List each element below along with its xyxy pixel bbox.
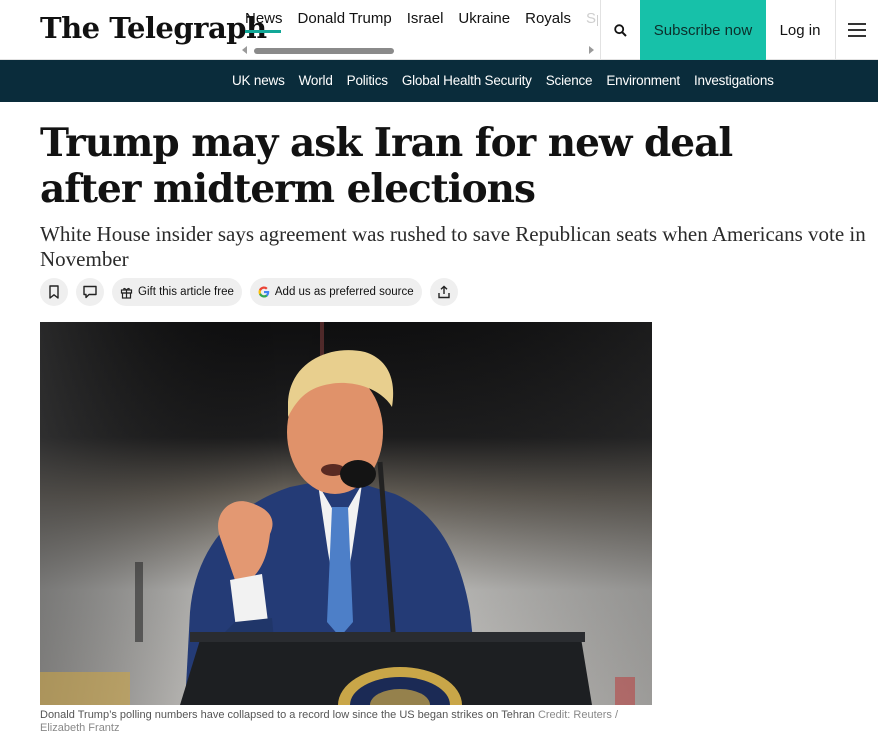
telegraph-logo[interactable]: The Telegraph (40, 14, 267, 43)
section-investigations[interactable]: Investigations (694, 72, 774, 89)
nav-scrollbar[interactable] (238, 44, 598, 58)
nav-ukraine[interactable]: Ukraine (458, 10, 510, 28)
section-science[interactable]: Science (546, 72, 593, 89)
section-nav: UK news World Politics Global Health Sec… (0, 60, 878, 102)
nav-royals[interactable]: Royals (525, 10, 571, 28)
hamburger-menu-icon[interactable] (835, 0, 878, 60)
bookmark-button[interactable] (40, 278, 68, 306)
section-uk-news[interactable]: UK news (232, 72, 285, 89)
subscribe-button[interactable]: Subscribe now (640, 0, 766, 60)
scroll-left-arrow-icon[interactable] (242, 46, 247, 54)
caption-text: Donald Trump’s polling numbers have coll… (40, 709, 535, 721)
nav-donald-trump[interactable]: Donald Trump (298, 10, 392, 28)
article-headline: Trump may ask Iran for new deal after mi… (40, 120, 733, 212)
preferred-source-button[interactable]: Add us as preferred source (249, 278, 422, 306)
section-world[interactable]: World (299, 72, 333, 89)
scroll-right-arrow-icon[interactable] (589, 46, 594, 54)
search-icon (614, 23, 627, 37)
google-icon (258, 286, 270, 298)
bookmark-icon (49, 285, 59, 299)
gift-article-button[interactable]: Gift this article free (112, 278, 242, 306)
preferred-source-label: Add us as preferred source (274, 286, 414, 298)
login-button[interactable]: Log in (766, 0, 834, 60)
article-standfirst: White House insider says agreement was r… (40, 222, 866, 271)
comment-icon (83, 285, 97, 299)
section-global-health-security[interactable]: Global Health Security (402, 72, 532, 89)
gift-article-label: Gift this article free (138, 286, 234, 298)
top-nav: News Donald Trump Israel Ukraine Royals … (238, 0, 598, 60)
nav-israel[interactable]: Israel (407, 10, 444, 28)
comments-button[interactable] (76, 278, 104, 306)
section-environment[interactable]: Environment (606, 72, 680, 89)
gift-icon (120, 287, 133, 299)
photo-caption: Donald Trump’s polling numbers have coll… (40, 709, 660, 735)
scrollbar-thumb[interactable] (254, 48, 394, 54)
nav-sport[interactable]: Sp (586, 10, 598, 28)
share-button[interactable] (429, 278, 458, 306)
search-button[interactable] (600, 0, 640, 60)
share-icon (437, 285, 450, 299)
active-nav-indicator (245, 30, 281, 33)
nav-news[interactable]: News (245, 10, 283, 28)
article-actions: Gift this article free Add us as preferr… (40, 278, 458, 306)
trump-speaking-photo (40, 322, 652, 705)
site-header: The Telegraph News Donald Trump Israel U… (0, 0, 878, 60)
lead-photo (40, 322, 652, 705)
section-politics[interactable]: Politics (347, 72, 388, 89)
